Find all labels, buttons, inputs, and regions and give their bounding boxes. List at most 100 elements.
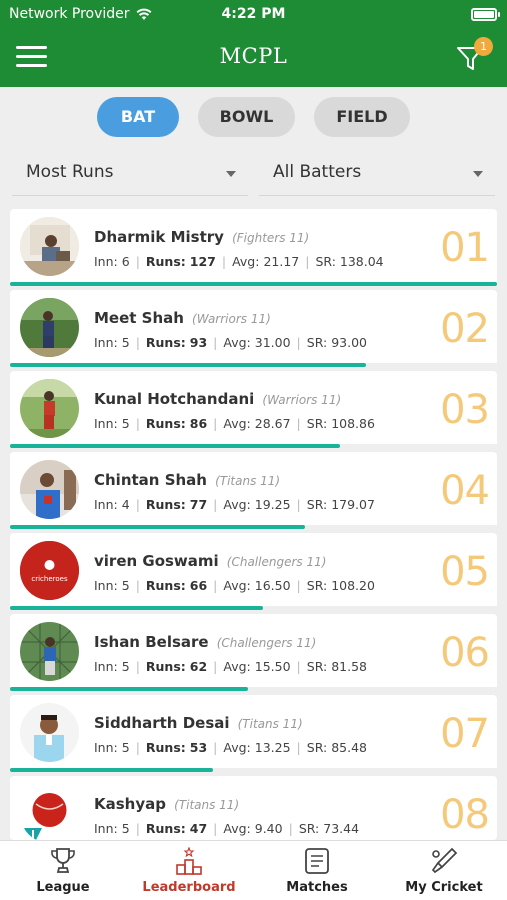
player-stats: Inn: 4 | Runs: 77 | Avg: 19.25 | SR: 179.07 bbox=[94, 497, 375, 512]
innings-value: 4 bbox=[121, 497, 130, 512]
average-value: 15.50 bbox=[254, 659, 291, 674]
player-stats: Inn: 5 | Runs: 86 | Avg: 28.67 | SR: 108.86 bbox=[94, 416, 375, 431]
bottom-navigation: League Leaderboard Matches My Cricket bbox=[0, 840, 507, 900]
stat-dropdown[interactable]: Most Runs bbox=[12, 152, 248, 196]
avatar bbox=[20, 460, 79, 519]
player-team: (Fighters 11) bbox=[232, 231, 310, 245]
podium-icon bbox=[176, 846, 202, 875]
player-name: Kunal Hotchandani bbox=[94, 390, 255, 408]
player-name: Dharmik Mistry bbox=[94, 228, 224, 246]
average-value: 28.67 bbox=[254, 416, 291, 431]
tab-bowl[interactable]: BOWL bbox=[198, 97, 295, 137]
avatar bbox=[20, 784, 79, 843]
player-stats: Inn: 5 | Runs: 66 | Avg: 16.50 | SR: 108.20 bbox=[94, 578, 375, 593]
player-card-7[interactable]: Siddharth Desai (Titans 11) Inn: 5 | Runs:… bbox=[10, 695, 497, 772]
runs-value: 62 bbox=[189, 659, 208, 674]
chevron-down-icon bbox=[473, 171, 483, 177]
nav-label: My Cricket bbox=[405, 880, 483, 895]
trophy-icon bbox=[51, 848, 75, 873]
stat-dropdown-value: Most Runs bbox=[26, 162, 114, 182]
strike-rate-value: 108.20 bbox=[331, 578, 375, 593]
player-name: Meet Shah bbox=[94, 309, 184, 327]
player-team: (Challengers 11) bbox=[216, 636, 317, 650]
document-icon bbox=[305, 848, 329, 874]
nav-label: Leaderboard bbox=[142, 880, 236, 895]
status-bar: Network Provider 4:22 PM bbox=[0, 0, 507, 30]
tab-bat[interactable]: BAT bbox=[97, 97, 179, 137]
player-name: Siddharth Desai bbox=[94, 714, 230, 732]
rank-number: 01 bbox=[440, 225, 490, 271]
average-value: 9.40 bbox=[254, 821, 283, 836]
player-team: (Challengers 11) bbox=[226, 555, 327, 569]
player-card-6[interactable]: Ishan Belsare (Challengers 11) Inn: 5 | Ru… bbox=[10, 614, 497, 691]
rank-number: 06 bbox=[440, 630, 490, 676]
innings-value: 5 bbox=[121, 578, 130, 593]
runs-value: 127 bbox=[189, 254, 216, 269]
average-value: 21.17 bbox=[263, 254, 300, 269]
avatar bbox=[20, 298, 79, 357]
cricket-bat-icon bbox=[431, 847, 458, 874]
player-stats: Inn: 5 | Runs: 62 | Avg: 15.50 | SR: 81.58 bbox=[94, 659, 367, 674]
nav-my-cricket[interactable]: My Cricket bbox=[381, 841, 507, 900]
innings-value: 5 bbox=[121, 659, 130, 674]
avatar bbox=[20, 379, 79, 438]
avatar-logo-text: cricheroes bbox=[31, 575, 68, 583]
avatar bbox=[20, 217, 79, 276]
strike-rate-value: 108.86 bbox=[331, 416, 375, 431]
player-team: (Titans 11) bbox=[215, 474, 281, 488]
players-dropdown-value: All Batters bbox=[273, 162, 362, 182]
runs-value: 53 bbox=[189, 740, 208, 755]
clock: 4:22 PM bbox=[221, 6, 286, 22]
player-name: Kashyap bbox=[94, 795, 166, 813]
rank-number: 04 bbox=[440, 468, 490, 514]
page-title: MCPL bbox=[219, 44, 288, 68]
stat-tabs: BAT BOWL FIELD bbox=[0, 97, 507, 137]
player-stats: Inn: 6 | Runs: 127 | Avg: 21.17 | SR: 138.04 bbox=[94, 254, 384, 269]
nav-league[interactable]: League bbox=[0, 841, 126, 900]
runs-progress-bar bbox=[10, 768, 214, 772]
runs-value: 93 bbox=[189, 335, 208, 350]
runs-progress-bar bbox=[10, 444, 340, 448]
innings-value: 5 bbox=[121, 335, 130, 350]
tab-field[interactable]: FIELD bbox=[314, 97, 410, 137]
player-card-1[interactable]: Dharmik Mistry (Fighters 11) Inn: 6 | Runs… bbox=[10, 209, 497, 286]
player-name: Chintan Shah bbox=[94, 471, 207, 489]
player-card-4[interactable]: Chintan Shah (Titans 11) Inn: 4 | Runs: 77… bbox=[10, 452, 497, 529]
app-header: MCPL 1 bbox=[0, 30, 507, 87]
player-team: (Warriors 11) bbox=[262, 393, 342, 407]
player-name: Ishan Belsare bbox=[94, 633, 209, 651]
strike-rate-value: 85.48 bbox=[331, 740, 367, 755]
player-stats: Inn: 5 | Runs: 93 | Avg: 31.00 | SR: 93.00 bbox=[94, 335, 367, 350]
runs-progress-bar bbox=[10, 606, 264, 610]
innings-value: 5 bbox=[121, 416, 130, 431]
runs-value: 47 bbox=[189, 821, 208, 836]
player-team: (Titans 11) bbox=[174, 798, 240, 812]
nav-matches[interactable]: Matches bbox=[254, 841, 380, 900]
average-value: 31.00 bbox=[254, 335, 291, 350]
average-value: 16.50 bbox=[254, 578, 291, 593]
average-value: 19.25 bbox=[254, 497, 291, 512]
strike-rate-value: 179.07 bbox=[331, 497, 375, 512]
strike-rate-value: 73.44 bbox=[323, 821, 360, 836]
runs-progress-bar bbox=[10, 525, 306, 529]
runs-progress-bar bbox=[10, 282, 497, 286]
rank-number: 07 bbox=[440, 711, 490, 757]
players-dropdown[interactable]: All Batters bbox=[259, 152, 495, 196]
filter-badge: 1 bbox=[474, 37, 493, 56]
player-card-2[interactable]: Meet Shah (Warriors 11) Inn: 5 | Runs: 93 |… bbox=[10, 290, 497, 367]
player-card-3[interactable]: Kunal Hotchandani (Warriors 11) Inn: 5 | R… bbox=[10, 371, 497, 448]
nav-leaderboard[interactable]: Leaderboard bbox=[126, 841, 252, 900]
nav-label: Matches bbox=[286, 880, 348, 895]
rank-number: 02 bbox=[440, 306, 490, 352]
player-card-5[interactable]: cricheroes viren Goswami (Challengers 11… bbox=[10, 533, 497, 610]
player-team: (Warriors 11) bbox=[192, 312, 271, 326]
innings-value: 5 bbox=[121, 740, 130, 755]
player-card-8[interactable]: Kashyap (Titans 11) Inn: 5 | Runs: 47 | Avg:… bbox=[10, 776, 497, 843]
nav-label: League bbox=[36, 880, 90, 895]
innings-value: 5 bbox=[121, 821, 130, 836]
runs-value: 77 bbox=[189, 497, 208, 512]
strike-rate-value: 138.04 bbox=[339, 254, 384, 269]
player-stats: Inn: 5 | Runs: 53 | Avg: 13.25 | SR: 85.48 bbox=[94, 740, 367, 755]
battery-icon bbox=[471, 8, 500, 21]
runs-progress-bar bbox=[10, 363, 367, 367]
